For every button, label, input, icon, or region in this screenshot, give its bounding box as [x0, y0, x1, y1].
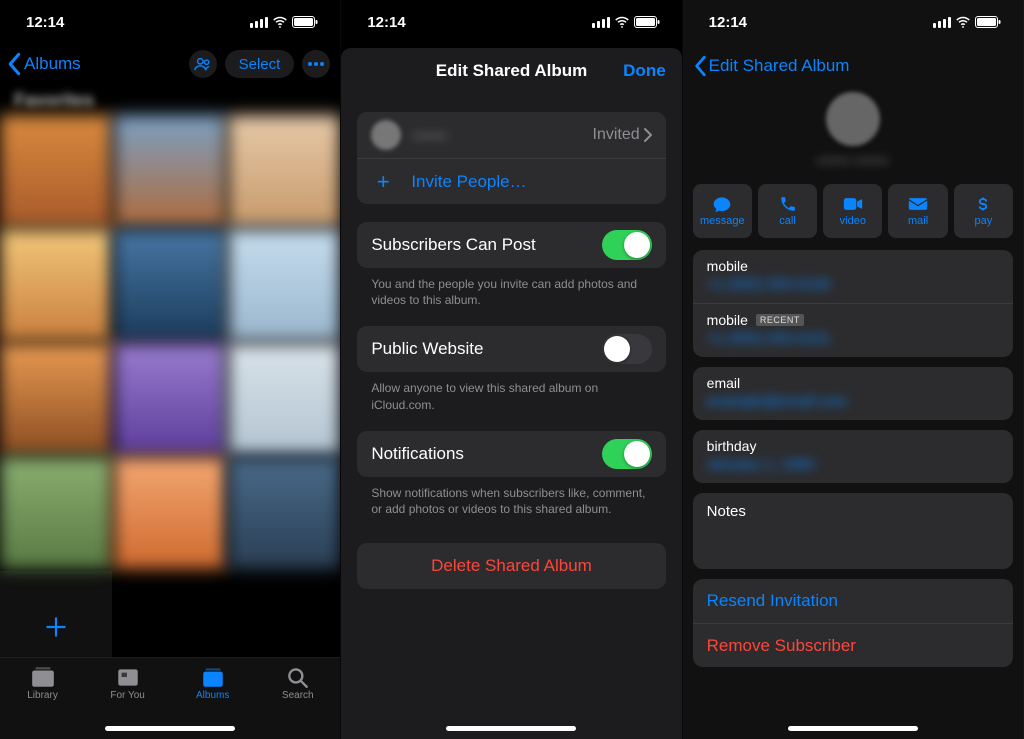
photo-thumbnail[interactable]: [0, 229, 112, 341]
subscribers-caption: You and the people you invite can add ph…: [341, 268, 681, 308]
home-indicator[interactable]: [788, 726, 918, 731]
mobile-value: +1 (555) 555-0100: [707, 276, 999, 293]
photo-thumbnail[interactable]: [114, 343, 226, 455]
notes-field[interactable]: Notes: [693, 493, 1013, 569]
mobile-row-recent[interactable]: mobileRECENT +1 (555) 555-0101: [693, 303, 1013, 357]
photo-thumbnail[interactable]: [0, 457, 112, 569]
photo-thumbnail[interactable]: [114, 115, 226, 227]
pay-button[interactable]: pay: [954, 184, 1013, 238]
select-button[interactable]: Select: [225, 50, 295, 78]
library-icon: [30, 666, 56, 688]
tab-search[interactable]: Search: [255, 666, 340, 739]
public-caption: Allow anyone to view this shared album o…: [341, 372, 681, 412]
mobile-value: +1 (555) 555-0101: [707, 330, 999, 347]
delete-shared-album-button[interactable]: Delete Shared Album: [357, 543, 665, 589]
notifications-caption: Show notifications when subscribers like…: [341, 477, 681, 517]
birthday-value: January 1, 1990: [707, 456, 999, 473]
invite-people-button[interactable]: + Invite People…: [357, 158, 665, 204]
mobile-row[interactable]: mobile +1 (555) 555-0100: [693, 250, 1013, 303]
avatar: [371, 120, 401, 150]
chevron-right-icon: [644, 128, 652, 142]
status-time: 12:14: [367, 14, 405, 31]
modal-sheet: Edit Shared Album Done —— Invited + Invi…: [341, 48, 681, 739]
people-icon: [194, 56, 212, 72]
phone-icon: [778, 195, 798, 213]
status-indicators: [592, 16, 660, 28]
message-button[interactable]: message: [693, 184, 752, 238]
subscriber-name: ——: [413, 125, 592, 145]
avatar: [826, 92, 880, 146]
status-time: 12:14: [26, 14, 64, 31]
photo-thumbnail[interactable]: [228, 229, 340, 341]
albums-icon: [200, 666, 226, 688]
panel-photos-grid: 12:14 Albums Select Favorites: [0, 0, 341, 739]
sheet-title: Edit Shared Album: [436, 61, 587, 81]
remove-subscriber-button[interactable]: Remove Subscriber: [693, 623, 1013, 667]
photo-thumbnail[interactable]: [228, 115, 340, 227]
dollar-icon: [973, 195, 993, 213]
back-button[interactable]: Albums: [6, 52, 81, 76]
resend-invitation-button[interactable]: Resend Invitation: [693, 579, 1013, 623]
plus-icon: +: [371, 169, 395, 195]
invited-label: Invited: [593, 126, 640, 144]
photo-thumbnail[interactable]: [0, 115, 112, 227]
subscribers-can-post-row: Subscribers Can Post: [357, 222, 665, 268]
status-bar: 12:14: [0, 0, 340, 44]
message-icon: [712, 195, 732, 213]
more-button[interactable]: [302, 50, 330, 78]
back-button[interactable]: Edit Shared Album: [693, 55, 850, 77]
public-website-toggle[interactable]: [602, 334, 652, 364]
plus-icon: [43, 614, 69, 640]
mail-button[interactable]: mail: [888, 184, 947, 238]
notifications-row: Notifications: [357, 431, 665, 477]
photo-thumbnail[interactable]: [114, 229, 226, 341]
video-icon: [843, 195, 863, 213]
back-label: Albums: [24, 54, 81, 74]
subscriber-row[interactable]: —— Invited: [357, 112, 665, 158]
chevron-left-icon: [6, 52, 24, 76]
status-time: 12:14: [709, 14, 747, 31]
photo-thumbnail[interactable]: [0, 343, 112, 455]
mail-icon: [908, 195, 928, 213]
email-value: example@email.com: [707, 393, 999, 410]
back-label: Edit Shared Album: [709, 56, 850, 76]
tab-library[interactable]: Library: [0, 666, 85, 739]
public-website-row: Public Website: [357, 326, 665, 372]
search-icon: [285, 666, 311, 688]
status-indicators: [250, 16, 318, 28]
video-button[interactable]: video: [823, 184, 882, 238]
status-indicators: [933, 16, 1001, 28]
done-button[interactable]: Done: [623, 61, 666, 81]
chevron-left-icon: [693, 55, 709, 77]
subscribers-can-post-toggle[interactable]: [602, 230, 652, 260]
contact-name: —— ——: [816, 150, 889, 170]
status-bar: 12:14: [683, 0, 1023, 44]
panel-contact-detail: 12:14 Edit Shared Album —— —— message ca…: [683, 0, 1024, 739]
photo-thumbnail[interactable]: [228, 457, 340, 569]
photo-thumbnail[interactable]: [114, 457, 226, 569]
photo-grid: [0, 115, 340, 684]
panel-edit-shared-album: 12:14 Edit Shared Album Done —— Invited …: [341, 0, 682, 739]
status-bar: 12:14: [341, 0, 681, 44]
album-title: Favorites: [0, 84, 340, 115]
call-button[interactable]: call: [758, 184, 817, 238]
ellipsis-icon: [308, 62, 324, 66]
photo-thumbnail[interactable]: [228, 343, 340, 455]
email-row[interactable]: email example@email.com: [693, 367, 1013, 420]
home-indicator[interactable]: [105, 726, 235, 731]
home-indicator[interactable]: [446, 726, 576, 731]
foryou-icon: [115, 666, 141, 688]
shared-filter-button[interactable]: [189, 50, 217, 78]
birthday-row[interactable]: birthday January 1, 1990: [693, 430, 1013, 483]
recent-badge: RECENT: [756, 314, 804, 326]
notifications-toggle[interactable]: [602, 439, 652, 469]
